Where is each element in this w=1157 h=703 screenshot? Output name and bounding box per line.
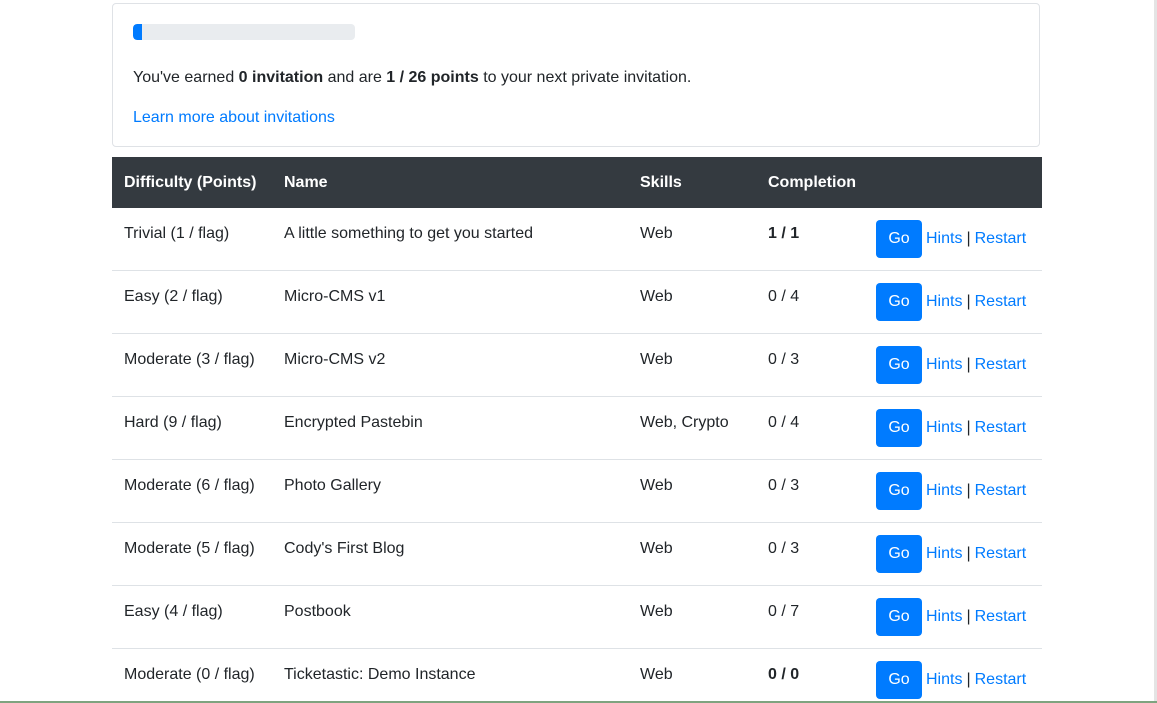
row-name: Micro-CMS v2: [284, 351, 386, 368]
row-actions: Go Hints | Restart: [876, 661, 1026, 699]
table-body: Trivial (1 / flag) A little something to …: [112, 208, 1042, 703]
row-skills: Web: [640, 603, 673, 620]
table-row: Easy (4 / flag) Postbook Web 0 / 7 Go Hints | R…: [112, 586, 1042, 649]
hints-link[interactable]: Hints: [926, 419, 962, 437]
points-to-next-invitation: 1 / 26 points: [386, 69, 479, 86]
restart-link[interactable]: Restart: [975, 608, 1027, 626]
row-difficulty: Moderate (3 / flag): [124, 351, 255, 368]
row-name: Cody's First Blog: [284, 540, 405, 557]
row-difficulty: Trivial (1 / flag): [124, 225, 230, 242]
hints-link[interactable]: Hints: [926, 230, 962, 248]
learn-more-invitations-link[interactable]: Learn more about invitations: [133, 108, 335, 128]
header-skills: Skills: [640, 174, 682, 191]
link-separator: |: [966, 293, 971, 310]
row-skills: Web: [640, 288, 673, 305]
row-difficulty: Hard (9 / flag): [124, 414, 222, 431]
header-name: Name: [284, 174, 328, 191]
row-completion: 0 / 4: [768, 288, 800, 305]
row-name: Encrypted Pastebin: [284, 414, 423, 431]
link-separator: |: [966, 230, 971, 247]
row-name: Postbook: [284, 603, 351, 620]
go-button[interactable]: Go: [876, 598, 922, 636]
table-row: Moderate (5 / flag) Cody's First Blog Web 0…: [112, 523, 1042, 586]
hints-link[interactable]: Hints: [926, 608, 962, 626]
table-row: Moderate (6 / flag) Photo Gallery Web 0 / 3…: [112, 460, 1042, 523]
go-button[interactable]: Go: [876, 535, 922, 573]
row-actions: Go Hints | Restart: [876, 598, 1026, 636]
restart-link[interactable]: Restart: [975, 419, 1027, 437]
invitation-card: You've earned 0 invitation and are 1 / 2…: [112, 3, 1040, 147]
table-row: Trivial (1 / flag) A little something to …: [112, 208, 1042, 271]
restart-link[interactable]: Restart: [975, 545, 1027, 563]
row-completion: 0 / 3: [768, 540, 800, 557]
invitation-text-middle: and are: [323, 69, 387, 86]
header-difficulty: Difficulty (Points): [124, 174, 257, 191]
restart-link[interactable]: Restart: [975, 671, 1027, 689]
hints-link[interactable]: Hints: [926, 293, 962, 311]
link-separator: |: [966, 356, 971, 373]
row-completion: 0 / 3: [768, 477, 800, 494]
invitations-earned: 0 invitation: [238, 69, 324, 86]
row-skills: Web: [640, 666, 673, 683]
hints-link[interactable]: Hints: [926, 356, 962, 374]
table-row: Moderate (3 / flag) Micro-CMS v2 Web 0 / 3 G…: [112, 334, 1042, 397]
go-button[interactable]: Go: [876, 346, 922, 384]
row-completion: 0 / 4: [768, 414, 800, 431]
invitation-status-text: You've earned 0 invitation and are 1 / 2…: [133, 68, 691, 88]
link-separator: |: [966, 608, 971, 625]
row-actions: Go Hints | Restart: [876, 220, 1026, 258]
page: You've earned 0 invitation and are 1 / 2…: [0, 0, 1157, 703]
restart-link[interactable]: Restart: [975, 293, 1027, 311]
row-completion: 0 / 7: [768, 603, 800, 620]
go-button[interactable]: Go: [876, 472, 922, 510]
row-actions: Go Hints | Restart: [876, 472, 1026, 510]
row-name: Ticketastic: Demo Instance: [284, 666, 476, 683]
header-completion: Completion: [768, 174, 856, 191]
table-row: Moderate (0 / flag) Ticketastic: Demo Ins…: [112, 649, 1042, 703]
challenges-table: Difficulty (Points) Name Skills Completi…: [112, 157, 1042, 703]
row-skills: Web: [640, 477, 673, 494]
invitation-text-suffix: to your next private invitation.: [478, 69, 692, 86]
go-button[interactable]: Go: [876, 283, 922, 321]
row-difficulty: Easy (4 / flag): [124, 603, 223, 620]
restart-link[interactable]: Restart: [975, 356, 1027, 374]
restart-link[interactable]: Restart: [975, 482, 1027, 500]
row-actions: Go Hints | Restart: [876, 535, 1026, 573]
link-separator: |: [966, 671, 971, 688]
hints-link[interactable]: Hints: [926, 482, 962, 500]
table-row: Hard (9 / flag) Encrypted Pastebin Web, Cr…: [112, 397, 1042, 460]
row-difficulty: Moderate (6 / flag): [124, 477, 255, 494]
hints-link[interactable]: Hints: [926, 671, 962, 689]
row-difficulty: Easy (2 / flag): [124, 288, 223, 305]
row-completion: 0 / 3: [768, 351, 800, 368]
restart-link[interactable]: Restart: [975, 230, 1027, 248]
invitation-text-prefix: You've earned: [133, 69, 239, 86]
link-separator: |: [966, 482, 971, 499]
row-skills: Web: [640, 351, 673, 368]
row-actions: Go Hints | Restart: [876, 409, 1026, 447]
hints-link[interactable]: Hints: [926, 545, 962, 563]
go-button[interactable]: Go: [876, 220, 922, 258]
row-completion: 0 / 0: [768, 666, 800, 683]
row-difficulty: Moderate (0 / flag): [124, 666, 255, 683]
row-name: Micro-CMS v1: [284, 288, 386, 305]
row-actions: Go Hints | Restart: [876, 283, 1026, 321]
row-actions: Go Hints | Restart: [876, 346, 1026, 384]
link-separator: |: [966, 545, 971, 562]
row-name: A little something to get you started: [284, 225, 534, 242]
link-separator: |: [966, 419, 971, 436]
row-skills: Web, Crypto: [640, 414, 729, 431]
go-button[interactable]: Go: [876, 409, 922, 447]
row-completion: 1 / 1: [768, 225, 800, 242]
table-header: Difficulty (Points) Name Skills Completi…: [112, 157, 1042, 208]
row-difficulty: Moderate (5 / flag): [124, 540, 255, 557]
go-button[interactable]: Go: [876, 661, 922, 699]
table-row: Easy (2 / flag) Micro-CMS v1 Web 0 / 4 Go Hin…: [112, 271, 1042, 334]
invitation-progress-bar: [133, 24, 355, 40]
row-name: Photo Gallery: [284, 477, 381, 494]
row-skills: Web: [640, 225, 673, 242]
invitation-progress-fill: [133, 24, 142, 40]
row-skills: Web: [640, 540, 673, 557]
